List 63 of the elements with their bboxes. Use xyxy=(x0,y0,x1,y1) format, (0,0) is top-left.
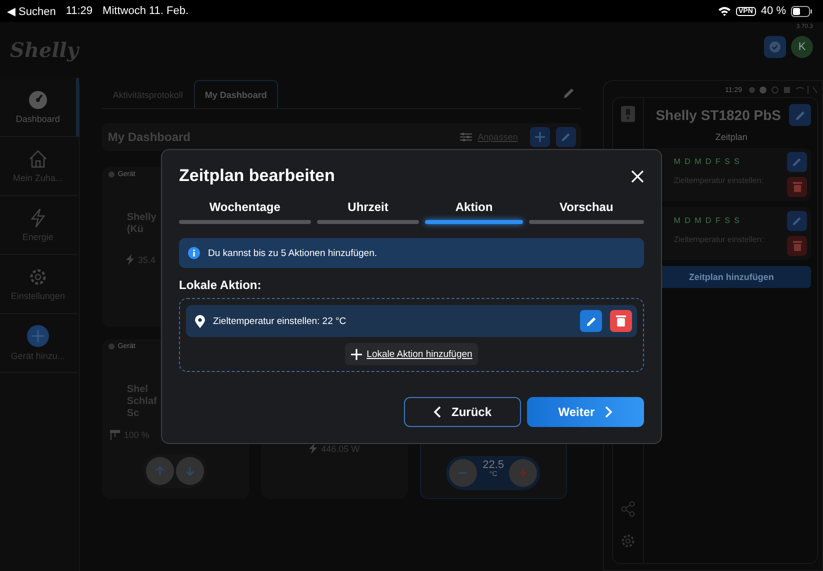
up-button[interactable] xyxy=(146,457,174,485)
pencil-icon xyxy=(792,157,802,167)
step-tab[interactable]: Aktion xyxy=(425,200,523,224)
dialog-title: Zeitplan bearbeiten xyxy=(179,166,335,186)
bolt-icon xyxy=(126,254,134,265)
pencil-icon xyxy=(586,316,596,326)
sliders-icon xyxy=(460,132,472,142)
pencil-icon xyxy=(792,216,802,226)
status-date: Mittwoch 11. Feb. xyxy=(102,5,189,17)
arrow-down-icon xyxy=(185,466,196,476)
plus-icon xyxy=(350,348,362,360)
home-icon xyxy=(28,149,48,169)
status-time: 11:29 xyxy=(66,5,93,17)
location-pin-icon xyxy=(195,314,205,328)
battery-icon xyxy=(791,6,813,16)
plus-icon xyxy=(534,132,545,142)
pencil-icon xyxy=(560,132,571,142)
device-icon xyxy=(620,106,635,122)
avatar[interactable]: K xyxy=(791,36,813,58)
action-label: Zieltemperatur einstellen: 22 °C xyxy=(213,316,348,326)
add-action-button[interactable]: Lokale Aktion hinzufügen xyxy=(344,343,478,365)
next-button[interactable]: Weiter xyxy=(527,397,644,427)
edit-button[interactable] xyxy=(580,310,602,332)
trash-icon xyxy=(792,182,802,192)
chevron-right-icon xyxy=(604,406,613,418)
trash-icon xyxy=(792,241,802,251)
gauge-icon xyxy=(28,90,48,110)
close-icon[interactable] xyxy=(631,170,644,182)
arrow-up-icon xyxy=(155,466,166,476)
info-icon xyxy=(188,247,200,259)
check-icon xyxy=(769,41,781,53)
share-icon xyxy=(620,501,635,517)
panel-subtitle: Zeitplan xyxy=(715,132,748,142)
down-button[interactable] xyxy=(176,457,204,485)
wifi-icon xyxy=(718,6,731,16)
battery-level: 40 % xyxy=(760,5,786,17)
tab[interactable]: My Dashboard xyxy=(194,80,278,108)
shutter-icon xyxy=(110,430,120,440)
temperature-value: 22.5 xyxy=(482,459,504,471)
info-text: Du kannst bis zu 5 Aktionen hinzufügen. xyxy=(208,248,378,258)
back-button[interactable]: Zurück xyxy=(404,397,521,427)
trash-icon xyxy=(616,315,626,327)
edit-icon[interactable] xyxy=(562,87,575,99)
back-link[interactable]: ◀ Suchen xyxy=(7,4,56,18)
plus-icon xyxy=(518,468,528,478)
verified-button[interactable] xyxy=(764,36,786,58)
step-tab[interactable]: Wochentage xyxy=(179,200,311,224)
step-tab[interactable]: Uhrzeit xyxy=(316,200,420,224)
add-button[interactable] xyxy=(530,127,550,147)
chevron-left-icon xyxy=(433,406,442,418)
step-tab[interactable]: Vorschau xyxy=(528,200,644,224)
plus-button[interactable] xyxy=(509,459,538,487)
device-title: Shelly ST1820 PbS xyxy=(656,107,781,123)
action-row[interactable]: Zieltemperatur einstellen: 22 °C xyxy=(186,305,637,337)
weekdays-label: M D M D F S S xyxy=(674,157,740,166)
delete-button[interactable] xyxy=(610,310,632,332)
weekdays-label: M D M D F S S xyxy=(674,216,740,225)
section-title: Lokale Aktion: xyxy=(179,278,262,292)
pencil-icon xyxy=(794,110,806,120)
sidebar-item[interactable]: Dashboard xyxy=(0,78,79,137)
status-icons-drawing xyxy=(748,86,818,94)
minus-button[interactable] xyxy=(449,459,478,487)
plus-icon xyxy=(26,325,49,347)
